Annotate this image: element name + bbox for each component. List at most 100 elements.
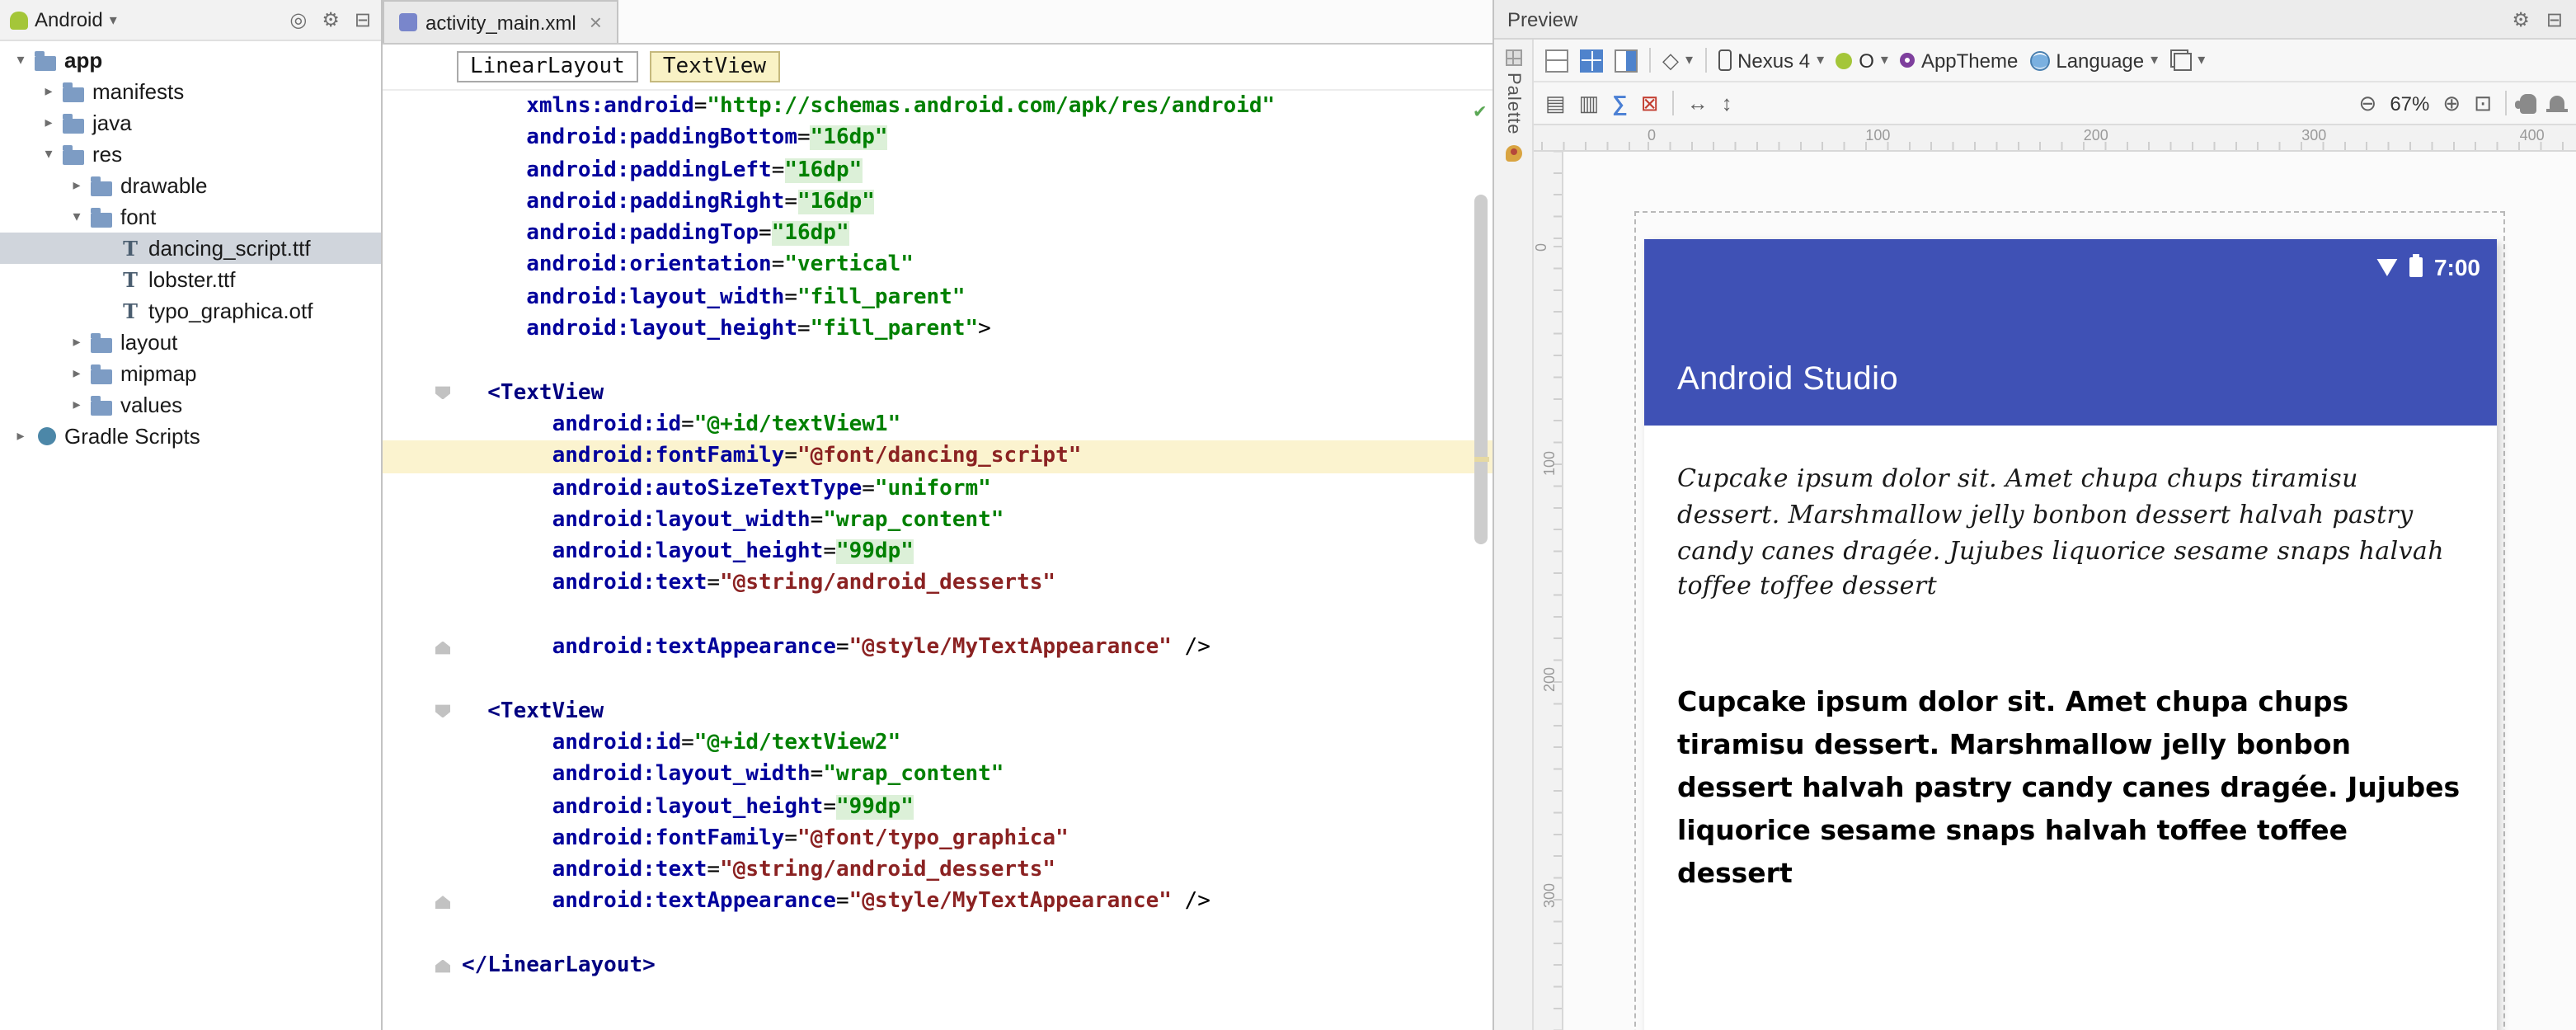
language-selector[interactable]: Language ▾	[2029, 49, 2158, 72]
collapse-panel-icon[interactable]: ⊟	[2546, 7, 2563, 31]
code-line[interactable]: android:text="@string/android_desserts"	[383, 568, 1492, 600]
tree-item-java[interactable]: ▸ java	[0, 107, 381, 139]
show-blueprint-icon[interactable]	[1615, 49, 1638, 72]
pan-icon[interactable]	[2515, 93, 2536, 113]
close-icon[interactable]: ×	[590, 10, 602, 35]
device-selector[interactable]: Nexus 4 ▾	[1718, 49, 1824, 72]
tree-item-lobster-ttf[interactable]: Tlobster.ttf	[0, 264, 381, 295]
textview1-dancing-script[interactable]: Cupcake ipsum dolor sit. Amet chupa chup…	[1677, 462, 2451, 605]
gear-icon[interactable]: ⚙	[322, 8, 340, 31]
expand-horizontal-icon[interactable]: ↔	[1687, 92, 1709, 114]
tree-item-layout[interactable]: ▸ layout	[0, 327, 381, 358]
code-line[interactable]: android:paddingBottom="16dp"	[383, 123, 1492, 155]
code-line[interactable]: </LinearLayout>	[383, 950, 1492, 982]
textview2-typo-graphica[interactable]: Cupcake ipsum dolor sit. Amet chupa chup…	[1677, 681, 2461, 896]
api-version-selector[interactable]: O ▾	[1836, 49, 1888, 72]
code-line[interactable]	[383, 664, 1492, 696]
gear-icon[interactable]: ⚙	[2512, 7, 2530, 31]
editor-scrollbar[interactable]	[1474, 195, 1488, 544]
code-line[interactable]: android:layout_height="99dp"	[383, 536, 1492, 568]
code-line[interactable]: android:paddingRight="16dp"	[383, 186, 1492, 219]
chevron-right-icon[interactable]: ▸	[10, 427, 31, 445]
code-line[interactable]: android:text="@string/android_desserts"	[383, 854, 1492, 887]
code-line[interactable]	[383, 918, 1492, 950]
code-line[interactable]: <TextView	[383, 377, 1492, 409]
fold-marker-icon[interactable]	[435, 386, 450, 400]
chevron-right-icon[interactable]: ▸	[66, 396, 87, 414]
expand-vertical-icon[interactable]: ↕	[1722, 92, 1732, 114]
code-line[interactable]: android:layout_width="wrap_content"	[383, 505, 1492, 537]
fold-marker-icon[interactable]	[435, 704, 450, 718]
chevron-right-icon[interactable]: ▸	[66, 364, 87, 383]
chevron-right-icon[interactable]: ▸	[38, 82, 59, 101]
chevron-down-icon: ▾	[1817, 51, 1825, 68]
chevron-right-icon[interactable]: ▸	[66, 333, 87, 351]
tree-item-manifests[interactable]: ▸ manifests	[0, 76, 381, 107]
tree-item-app[interactable]: ▾ app	[0, 45, 381, 76]
show-design-icon[interactable]	[1545, 49, 1568, 72]
layout-variant-selector[interactable]: ▾	[2169, 49, 2205, 71]
tree-item-font[interactable]: ▾ font	[0, 201, 381, 233]
code-line[interactable]: android:autoSizeTextType="uniform"	[383, 473, 1492, 505]
code-line[interactable]: xmlns:android="http://schemas.android.co…	[383, 91, 1492, 123]
code-line[interactable]: android:layout_height="fill_parent">	[383, 313, 1492, 346]
code-line[interactable]: android:paddingLeft="16dp"	[383, 154, 1492, 186]
code-token: =	[693, 94, 707, 119]
code-line[interactable]: android:fontFamily="@font/typo_graphica"	[383, 823, 1492, 855]
locate-file-icon[interactable]: ◎	[289, 8, 307, 31]
chevron-down-icon[interactable]: ▾	[38, 145, 59, 163]
code-line[interactable]: <TextView	[383, 695, 1492, 727]
zoom-out-button[interactable]: ⊖	[2359, 92, 2377, 114]
tab-activity-main-xml[interactable]: activity_main.xml ×	[383, 0, 618, 43]
fold-marker-icon[interactable]	[435, 959, 450, 973]
chevron-down-icon[interactable]: ▾	[66, 208, 87, 226]
code-line[interactable]: android:layout_height="99dp"	[383, 791, 1492, 823]
code-token: "99dp"	[835, 794, 914, 820]
zoom-in-button[interactable]: ⊕	[2442, 92, 2461, 114]
chevron-right-icon[interactable]: ▸	[38, 114, 59, 132]
hide-panel-icon[interactable]: ⊟	[355, 8, 371, 31]
autoconnect-icon[interactable]: ▥	[1579, 92, 1600, 114]
code-line[interactable]: android:textAppearance="@style/MyTextApp…	[383, 632, 1492, 664]
notifications-bell-icon[interactable]	[2546, 95, 2568, 111]
tree-item-gradle-scripts[interactable]: ▸ Gradle Scripts	[0, 421, 381, 452]
theme-selector[interactable]: AppTheme	[1899, 49, 2018, 72]
code-line[interactable]: android:orientation="vertical"	[383, 250, 1492, 282]
zoom-fit-button[interactable]: ⊡	[2474, 92, 2492, 114]
tab-palette[interactable]: Palette	[1503, 73, 1523, 135]
code-line[interactable]: android:layout_width="fill_parent"	[383, 282, 1492, 314]
chevron-right-icon[interactable]: ▸	[66, 176, 87, 195]
breadcrumb-linearlayout[interactable]: LinearLayout	[457, 51, 638, 82]
infer-constraints-icon[interactable]: ∑	[1612, 92, 1628, 114]
design-canvas[interactable]: 0 100 200 300 7:00 Android Studio Cupcake i…	[1534, 152, 2576, 1030]
code-line[interactable]	[383, 600, 1492, 633]
breadcrumb-textview[interactable]: TextView	[649, 51, 780, 82]
code-line[interactable]: android:id="@+id/textView2"	[383, 727, 1492, 760]
code-line[interactable]: android:layout_width="wrap_content"	[383, 759, 1492, 791]
code-line[interactable]: android:id="@+id/textView1"	[383, 409, 1492, 441]
chevron-down-icon[interactable]: ▾	[10, 51, 31, 69]
fold-marker-icon[interactable]	[435, 641, 450, 655]
code-line[interactable]: android:textAppearance="@style/MyTextApp…	[383, 887, 1492, 919]
tree-item-dancing-script-ttf[interactable]: Tdancing_script.ttf	[0, 233, 381, 264]
device-screen[interactable]: 7:00 Android Studio Cupcake ipsum dolor …	[1644, 239, 2497, 1030]
project-view-selector[interactable]: Android ▾	[10, 8, 117, 31]
tree-item-drawable[interactable]: ▸ drawable	[0, 170, 381, 201]
code-line[interactable]: android:fontFamily="@font/dancing_script…	[383, 440, 1492, 473]
fold-marker-icon[interactable]	[435, 896, 450, 910]
battery-icon	[2409, 254, 2423, 277]
tree-item-values[interactable]: ▸ values	[0, 389, 381, 421]
clear-constraints-icon[interactable]: ⊠	[1641, 92, 1659, 114]
tree-item-mipmap[interactable]: ▸ mipmap	[0, 358, 381, 389]
code-line[interactable]	[383, 346, 1492, 378]
tree-item-res[interactable]: ▾ res	[0, 139, 381, 170]
tree-item-typo-graphica-otf[interactable]: Ttypo_graphica.otf	[0, 295, 381, 327]
inspection-status-icon[interactable]: ✔	[1474, 96, 1486, 128]
surface-selector[interactable]: ◇ ▾	[1662, 49, 1693, 71]
show-constraints-icon[interactable]: ▤	[1545, 92, 1566, 114]
code-line[interactable]: android:paddingTop="16dp"	[383, 218, 1492, 250]
grid-view-icon[interactable]	[1580, 49, 1603, 72]
code-text: android:text="@string/android_desserts"	[462, 568, 1056, 600]
code-editor[interactable]: xmlns:android="http://schemas.android.co…	[383, 91, 1492, 1030]
chevron-down-icon: ▾	[1685, 51, 1694, 68]
